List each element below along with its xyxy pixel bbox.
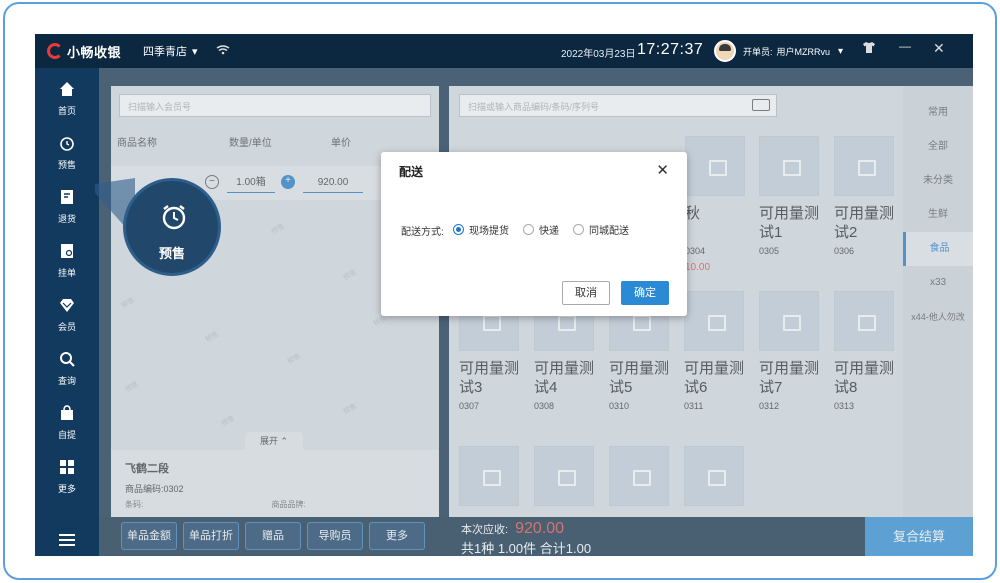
app-name: 小畅收银 [67,44,122,60]
sidebar-item-label: 预售 [57,160,76,170]
sidebar-item-home[interactable]: 首页 [35,74,99,124]
radio-dot [573,224,584,235]
radio-label: 快递 [539,226,559,237]
store-name: 四季青店 [143,46,188,58]
operator-name: 用户MZRRvu [776,47,831,57]
avatar[interactable] [714,40,736,62]
close-icon[interactable]: ✕ [933,40,945,57]
close-icon[interactable]: ✕ [656,161,669,179]
pos-app: 小畅收银 四季青店 ▾ 2022年03月23日 17:27:37 开单员: 用户… [35,34,973,556]
current-time: 17:27:37 [637,41,704,58]
radio-onsite-pickup[interactable]: 现场提货 [453,222,509,237]
sidebar-item-label: 自提 [57,430,76,440]
radio-label: 现场提货 [469,226,509,237]
sidebar-item-query[interactable]: 查询 [35,344,99,394]
sidebar-item-label: 查询 [57,376,76,386]
operator-label: 开单员: [743,47,773,57]
sidebar-item-pickup[interactable]: 自提 [35,398,99,448]
minimize-icon[interactable]: — [899,39,911,53]
search-icon [59,351,75,372]
sidebar-item-label: 更多 [57,484,76,494]
chevron-down-icon: ▾ [838,46,844,57]
presale-callout: 预售 [123,178,221,276]
current-date: 2022年03月23日 [561,49,636,60]
sidebar-item-label: 会员 [57,322,76,332]
sidebar-item-member[interactable]: 会员 [35,290,99,340]
radio-dot [453,224,464,235]
sidebar-item-label: 挂单 [57,268,76,278]
delivery-dialog: 配送 ✕ 配送方式: 现场提货 快递 同城配送 取消 确定 [381,152,687,316]
radio-label: 同城配送 [589,226,629,237]
bag-icon [59,405,75,426]
confirm-button[interactable]: 确定 [621,281,669,305]
chevron-down-icon: ▾ [192,45,198,58]
home-icon [59,81,75,102]
grid-icon [59,459,75,480]
hang-order-icon [59,243,75,264]
sidebar-item-label: 首页 [57,106,76,116]
cancel-button[interactable]: 取消 [562,281,610,305]
sidebar: 首页 预售 退货 挂单 会员 查询 自提 更多 [35,68,99,556]
wifi-icon [216,44,230,58]
top-bar: 小畅收银 四季青店 ▾ 2022年03月23日 17:27:37 开单员: 用户… [35,34,973,68]
callout-label: 预售 [158,246,185,261]
return-icon [59,189,75,210]
dialog-title: 配送 [399,165,424,179]
sidebar-item-return[interactable]: 退货 [35,182,99,232]
operator-selector[interactable]: 开单员: 用户MZRRvu ▾ [743,45,843,58]
shirt-icon[interactable] [863,42,875,56]
logo-icon [47,43,63,59]
sidebar-item-label: 退货 [57,214,76,224]
radio-express[interactable]: 快递 [523,222,559,237]
hamburger-menu-icon[interactable] [59,534,75,546]
alarm-clock-icon [160,203,188,237]
delivery-method-label: 配送方式: [401,227,444,238]
screenshot-frame: 小畅收银 四季青店 ▾ 2022年03月23日 17:27:37 开单员: 用户… [3,2,997,580]
sidebar-item-presale[interactable]: 预售 [35,128,99,178]
store-selector[interactable]: 四季青店 ▾ [143,43,198,59]
radio-same-city[interactable]: 同城配送 [573,222,629,237]
radio-dot [523,224,534,235]
member-icon [59,297,75,318]
alarm-clock-icon [59,135,75,156]
sidebar-item-more[interactable]: 更多 [35,452,99,502]
app-logo: 小畅收银 [47,42,121,61]
sidebar-item-hang-order[interactable]: 挂单 [35,236,99,286]
